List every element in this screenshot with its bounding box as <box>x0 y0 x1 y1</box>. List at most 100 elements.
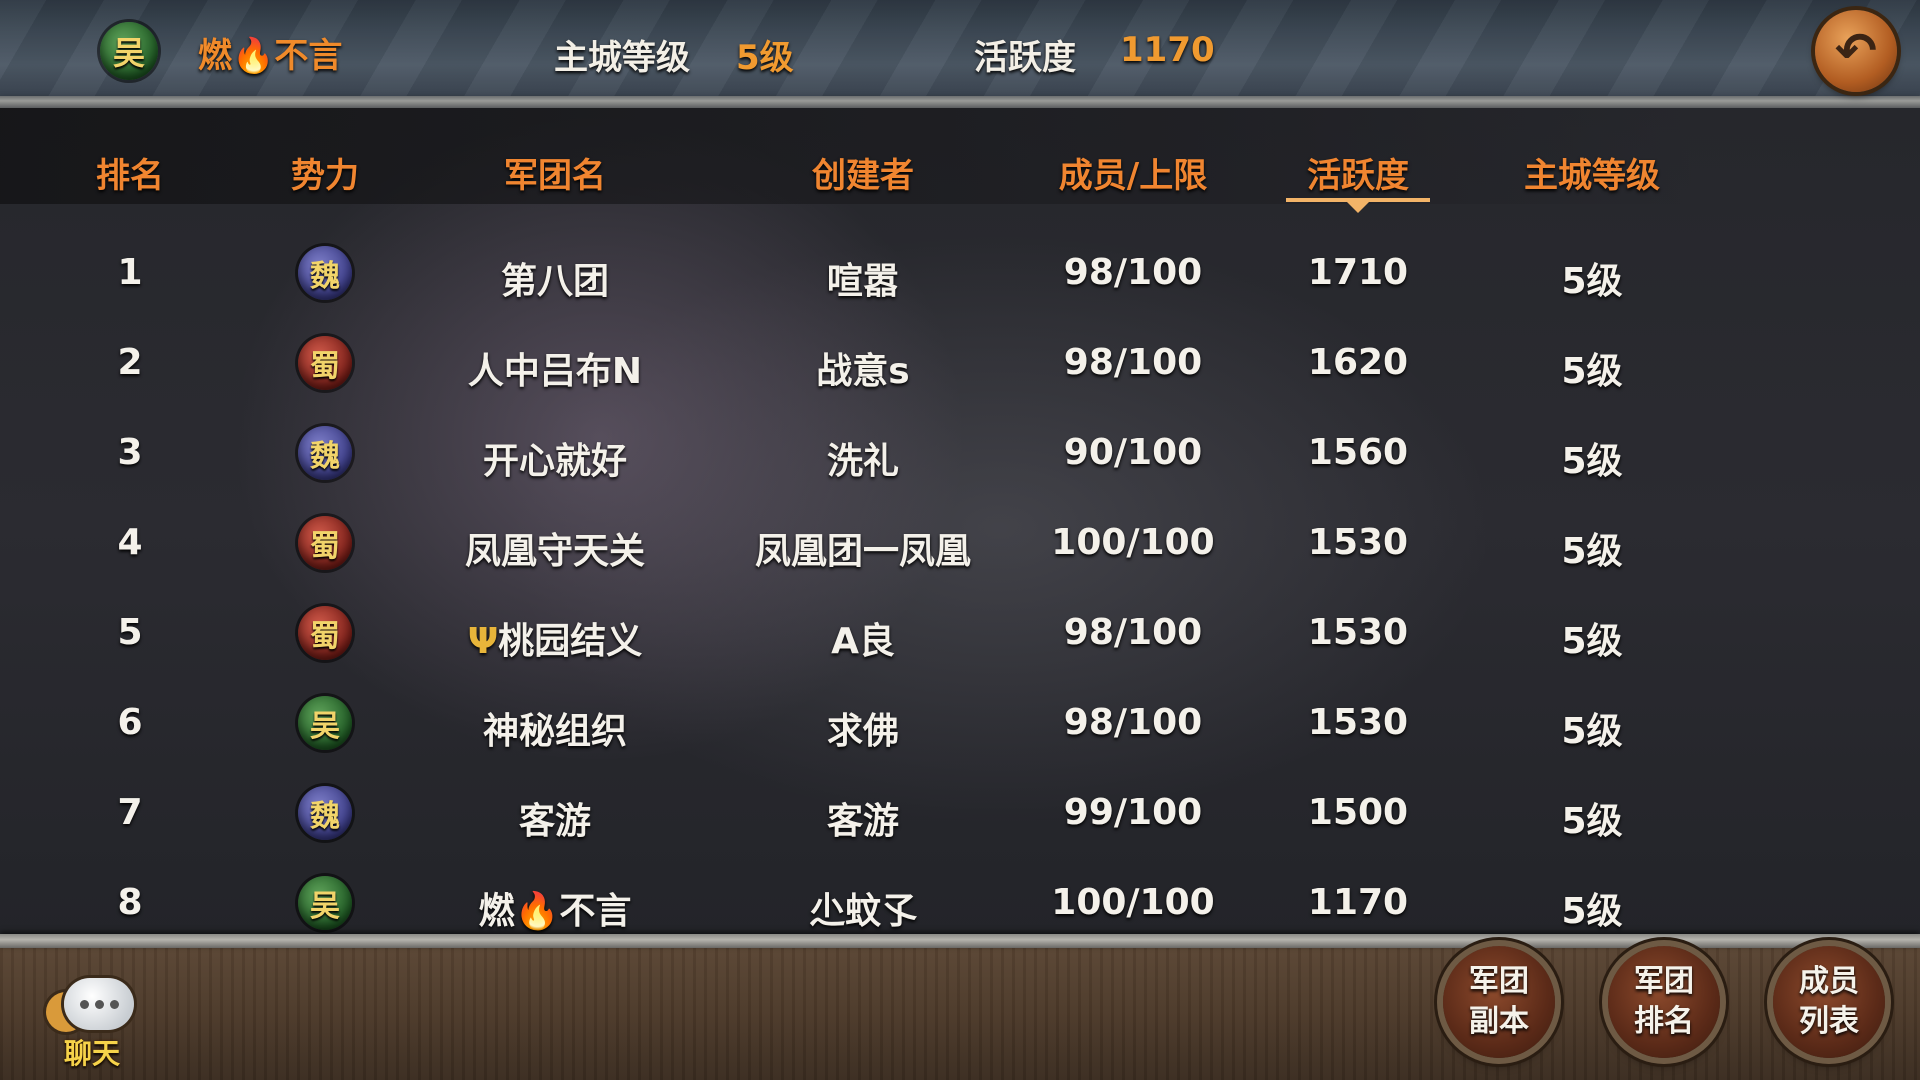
legion-name-cell: 燃🔥不言 <box>425 882 685 934</box>
legion-ranking-button[interactable]: 军团 排名 <box>1608 946 1720 1058</box>
activity-cell: 1560 <box>1307 432 1409 473</box>
header-legion-name[interactable]: 军团名 <box>425 148 685 197</box>
activity-cell: 1500 <box>1307 792 1409 833</box>
members-cell: 98/100 <box>1063 342 1203 383</box>
chat-bubble-icon <box>64 978 134 1030</box>
back-arrow-icon: ↶ <box>1835 22 1877 80</box>
legion-name-cell: 凤凰守天关 <box>464 531 645 572</box>
member-list-button[interactable]: 成员 列表 <box>1773 946 1885 1058</box>
city-level-label: 主城等级 <box>554 38 690 78</box>
city-level-cell: 5级 <box>1561 261 1623 302</box>
table-row[interactable]: 3 魏 开心就好 洗礼 90/100 1560 5级 <box>0 408 1700 498</box>
creator-cell: 凤凰团一凤凰 <box>754 531 971 572</box>
legion-ranking-panel: 排名 势力 军团名 创建者 成员/上限 活跃度 主城等级 1 魏 第八团 喧嚣 … <box>0 108 1920 940</box>
header-faction[interactable]: 势力 <box>255 148 395 197</box>
header-creator[interactable]: 创建者 <box>713 148 1013 197</box>
player-name-part-2: 不言 <box>274 36 343 76</box>
creator-cell: 战意s <box>816 351 910 392</box>
player-name: 燃🔥不言 <box>198 28 342 77</box>
activity-cell: 1530 <box>1307 612 1409 653</box>
legion-name-cell: 人中吕布N <box>467 351 643 392</box>
rank-cell: 6 <box>117 702 143 743</box>
shu-faction-icon: 蜀 <box>298 606 352 660</box>
creator-cell: A良 <box>831 621 895 662</box>
rank-cell: 8 <box>117 882 143 923</box>
flame-icon: 🔥 <box>232 36 275 76</box>
members-cell: 98/100 <box>1063 252 1203 293</box>
legion-name-cell: Ψ桃园结义 <box>425 612 685 664</box>
wu-faction-icon: 吴 <box>298 876 352 930</box>
header-city-level[interactable]: 主城等级 <box>1482 148 1702 197</box>
header-members[interactable]: 成员/上限 <box>1023 148 1243 197</box>
activity-cell: 1530 <box>1307 702 1409 743</box>
wei-faction-icon: 魏 <box>298 786 352 840</box>
rank-cell: 2 <box>117 342 143 383</box>
legion-name-cell: 开心就好 <box>482 441 627 482</box>
activity-label: 活跃度 <box>974 38 1076 78</box>
table-row[interactable]: 7 魏 客游 客游 99/100 1500 5级 <box>0 768 1700 858</box>
flame-icon: 🔥 <box>514 891 560 932</box>
legion-dungeon-button[interactable]: 军团 副本 <box>1443 946 1555 1058</box>
members-cell: 99/100 <box>1063 792 1203 833</box>
rank-cell: 1 <box>117 252 143 293</box>
shu-faction-icon: 蜀 <box>298 516 352 570</box>
activity-value: 1170 <box>1120 30 1215 70</box>
city-level-cell: 5级 <box>1561 531 1623 572</box>
creator-cell: 喧嚣 <box>826 261 899 302</box>
bottom-bar-border <box>0 934 1920 948</box>
sort-caret-icon <box>1347 202 1369 213</box>
activity-cell: 1530 <box>1307 522 1409 563</box>
table-header: 排名 势力 军团名 创建者 成员/上限 活跃度 主城等级 <box>0 108 1702 213</box>
legion-name-part-1: 燃 <box>478 891 515 932</box>
rank-cell: 7 <box>117 792 143 833</box>
chat-button[interactable]: 聊天 <box>42 978 138 1070</box>
faction-emblem-icon: 吴 <box>100 22 158 80</box>
legion-dungeon-label: 军团 副本 <box>1469 964 1529 1039</box>
legion-name-text: 桃园结义 <box>498 621 643 662</box>
creator-cell: 尐蚊孓 <box>808 891 917 932</box>
city-level-cell: 5级 <box>1561 891 1623 932</box>
top-bar-border <box>0 96 1920 108</box>
back-button[interactable]: ↶ <box>1815 10 1897 92</box>
wu-faction-icon: 吴 <box>298 696 352 750</box>
members-cell: 98/100 <box>1063 702 1203 743</box>
activity-cell: 1170 <box>1307 882 1409 923</box>
member-list-label: 成员 列表 <box>1799 964 1859 1039</box>
legion-name-cell: 第八团 <box>500 261 609 302</box>
table-row[interactable]: 5 蜀 Ψ桃园结义 A良 98/100 1530 5级 <box>0 588 1700 678</box>
city-level-value: 5级 <box>736 38 794 78</box>
creator-cell: 洗礼 <box>826 441 899 482</box>
player-name-part-1: 燃 <box>198 36 232 76</box>
rank-cell: 4 <box>117 522 143 563</box>
legion-name-part-2: 不言 <box>559 891 632 932</box>
table-row[interactable]: 6 吴 神秘组织 求佛 98/100 1530 5级 <box>0 678 1700 768</box>
creator-cell: 客游 <box>826 801 899 842</box>
legion-ranking-label: 军团 排名 <box>1634 964 1694 1039</box>
wei-faction-icon: 魏 <box>298 426 352 480</box>
members-cell: 100/100 <box>1051 522 1215 563</box>
rank-cell: 5 <box>117 612 143 653</box>
members-cell: 90/100 <box>1063 432 1203 473</box>
activity-cell: 1710 <box>1307 252 1409 293</box>
header-rank[interactable]: 排名 <box>60 148 200 197</box>
trident-icon: Ψ <box>467 621 499 662</box>
creator-cell: 求佛 <box>826 711 899 752</box>
header-activity[interactable]: 活跃度 <box>1258 148 1458 197</box>
shu-faction-icon: 蜀 <box>298 336 352 390</box>
members-cell: 100/100 <box>1051 882 1215 923</box>
table-row[interactable]: 2 蜀 人中吕布N 战意s 98/100 1620 5级 <box>0 318 1700 408</box>
activity-cell: 1620 <box>1307 342 1409 383</box>
table-row[interactable]: 1 魏 第八团 喧嚣 98/100 1710 5级 <box>0 228 1700 318</box>
city-level-cell: 5级 <box>1561 801 1623 842</box>
city-level-cell: 5级 <box>1561 621 1623 662</box>
city-level-cell: 5级 <box>1561 441 1623 482</box>
table-row[interactable]: 4 蜀 凤凰守天关 凤凰团一凤凰 100/100 1530 5级 <box>0 498 1700 588</box>
rank-cell: 3 <box>117 432 143 473</box>
members-cell: 98/100 <box>1063 612 1203 653</box>
city-level-cell: 5级 <box>1561 711 1623 752</box>
legion-name-cell: 神秘组织 <box>482 711 627 752</box>
chat-label: 聊天 <box>64 1037 121 1070</box>
legion-name-cell: 客游 <box>518 801 591 842</box>
city-level-cell: 5级 <box>1561 351 1623 392</box>
wei-faction-icon: 魏 <box>298 246 352 300</box>
